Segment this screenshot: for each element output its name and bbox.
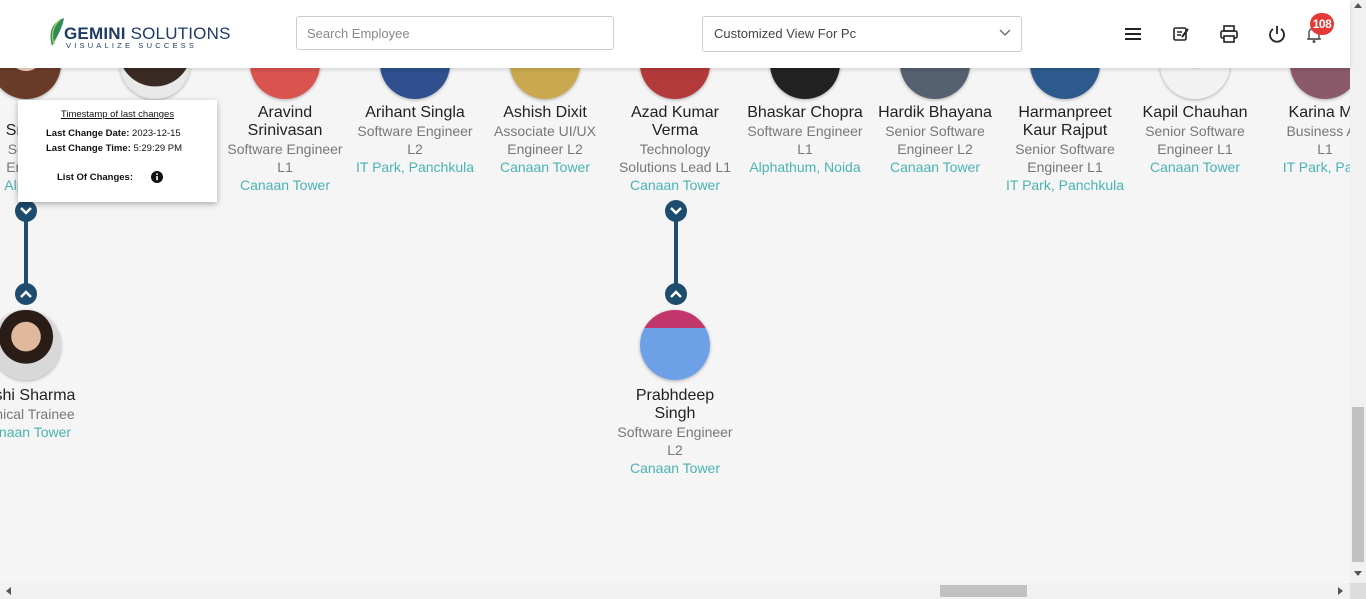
employee-role: Senior Software Engineer L2: [885, 123, 985, 157]
time-value: 5:29:29 PM: [133, 143, 183, 154]
chevron-up-icon: [670, 290, 682, 298]
employee-node[interactable]: Aravind Srinivasan Software Engineer L1 …: [220, 104, 350, 194]
employee-location: IT Park, Panchkula: [355, 159, 475, 175]
last-change-date-row: Last Change Date: 2023-12-15: [46, 128, 181, 139]
notification-count-badge[interactable]: 108: [1310, 13, 1334, 35]
print-icon[interactable]: [1219, 24, 1239, 44]
employee-name: Harmanpreet Kaur Rajput: [1018, 104, 1112, 139]
employee-node[interactable]: Harmanpreet Kaur Rajput Senior Software …: [1000, 104, 1130, 194]
employee-role: nical Trainee: [0, 406, 75, 422]
employee-role: Technology Solutions Lead L1: [618, 141, 732, 175]
chevron-down-icon: [999, 29, 1011, 36]
power-icon[interactable]: [1267, 24, 1287, 44]
info-icon[interactable]: [151, 171, 163, 183]
employee-location: Canaan Tower: [629, 460, 721, 476]
employee-role: Business AnL1: [1286, 123, 1350, 157]
edit-note-icon[interactable]: [1171, 24, 1191, 44]
employee-location: naan Tower: [0, 424, 72, 440]
expand-toggle[interactable]: [15, 283, 37, 305]
employee-role: Software Engineer L2: [357, 123, 473, 157]
employee-location: Canaan Tower: [889, 159, 981, 175]
org-chart-canvas[interactable]: AnSrivas SeniorEngine Alphath Aravind Sr…: [0, 0, 1360, 583]
employee-name: Prabhdeep Singh: [635, 387, 715, 422]
time-label: Last Change Time:: [46, 143, 131, 154]
employee-node[interactable]: Azad Kumar Verma Technology Solutions Le…: [610, 104, 740, 194]
scrollbar-corner: [1350, 583, 1366, 599]
menu-icon[interactable]: [1123, 24, 1143, 44]
employee-role: Associate UI/UX Engineer L2: [494, 123, 596, 157]
date-value: 2023-12-15: [132, 128, 181, 139]
top-header: GEMINI SOLUTIONS VISUALIZE SUCCESS Custo…: [0, 0, 1350, 68]
employee-role: Senior Software Engineer L1: [1145, 123, 1245, 157]
avatar[interactable]: [0, 310, 61, 380]
view-select[interactable]: Customized View For Pc: [702, 16, 1022, 52]
employee-name: Arihant Singla: [365, 104, 465, 121]
employee-location: Canaan Tower: [499, 159, 591, 175]
employee-location: Alphathum, Noida: [749, 159, 861, 175]
horizontal-scrollbar[interactable]: [0, 583, 1350, 599]
employee-name: Aravind Srinivasan: [247, 104, 323, 139]
employee-role: Software Engineer L1: [227, 141, 343, 175]
employee-node[interactable]: Kapil Chauhan Senior Software Engineer L…: [1130, 104, 1260, 176]
expand-toggle[interactable]: [665, 283, 687, 305]
list-of-changes-row: List Of Changes:: [57, 172, 133, 183]
collapse-toggle[interactable]: [15, 200, 37, 222]
employee-name: Hardik Bhayana: [878, 104, 992, 121]
employee-name: Ashish Dixit: [503, 104, 587, 121]
employee-node[interactable]: Hardik Bhayana Senior Software Engineer …: [870, 104, 1000, 176]
chevron-up-icon: [20, 290, 32, 298]
scroll-right-arrow-icon[interactable]: [1338, 587, 1344, 595]
employee-role: Software Engineer L1: [747, 123, 863, 157]
employee-node[interactable]: Karina Ma Business AnL1 IT Park, Panc: [1260, 104, 1350, 176]
scroll-down-arrow-icon[interactable]: [1354, 571, 1362, 577]
org-connector-line: [674, 220, 678, 286]
employee-location: Canaan Tower: [239, 177, 331, 193]
employee-name: Karina Ma: [1288, 104, 1350, 121]
company-logo[interactable]: GEMINI SOLUTIONS VISUALIZE SUCCESS: [46, 16, 230, 50]
employee-name: shi Sharma: [0, 387, 76, 404]
employee-location: IT Park, Panchkula: [1005, 177, 1125, 193]
employee-name: Azad Kumar Verma: [630, 104, 720, 139]
last-changes-tooltip: Timestamp of last changes Last Change Da…: [18, 100, 217, 202]
employee-node[interactable]: Arihant Singla Software Engineer L2 IT P…: [350, 104, 480, 176]
chevron-down-icon: [670, 207, 682, 215]
collapse-toggle[interactable]: [665, 200, 687, 222]
horizontal-scroll-thumb[interactable]: [940, 585, 1027, 597]
scroll-left-arrow-icon[interactable]: [5, 587, 11, 595]
avatar[interactable]: [640, 310, 710, 380]
employee-name: Kapil Chauhan: [1142, 104, 1248, 121]
employee-role: Senior Software Engineer L1: [1015, 141, 1115, 175]
employee-role: Software Engineer L2: [617, 424, 733, 458]
last-change-time-row: Last Change Time: 5:29:29 PM: [46, 143, 182, 154]
tooltip-title: Timestamp of last changes: [60, 109, 175, 120]
date-label: Last Change Date:: [46, 128, 130, 139]
search-employee-input[interactable]: [296, 16, 614, 50]
employee-node[interactable]: Bhaskar Chopra Software Engineer L1 Alph…: [740, 104, 870, 176]
employee-location: Canaan Tower: [629, 177, 721, 193]
employee-location: Canaan Tower: [1149, 159, 1241, 175]
scroll-up-arrow-icon[interactable]: [1354, 2, 1362, 8]
employee-name: Bhaskar Chopra: [747, 104, 863, 121]
employee-location: IT Park, Panc: [1282, 159, 1350, 175]
employee-node[interactable]: shi Sharma nical Trainee naan Tower: [0, 387, 100, 441]
employee-node[interactable]: Ashish Dixit Associate UI/UX Engineer L2…: [480, 104, 610, 176]
vertical-scroll-thumb[interactable]: [1352, 407, 1364, 562]
org-connector-line: [24, 220, 28, 286]
changes-label: List Of Changes:: [57, 172, 134, 183]
view-select-value: Customized View For Pc: [714, 26, 857, 41]
chevron-down-icon: [20, 207, 32, 215]
employee-node[interactable]: Prabhdeep Singh Software Engineer L2 Can…: [610, 387, 740, 477]
logo-tagline: VISUALIZE SUCCESS: [66, 41, 198, 50]
